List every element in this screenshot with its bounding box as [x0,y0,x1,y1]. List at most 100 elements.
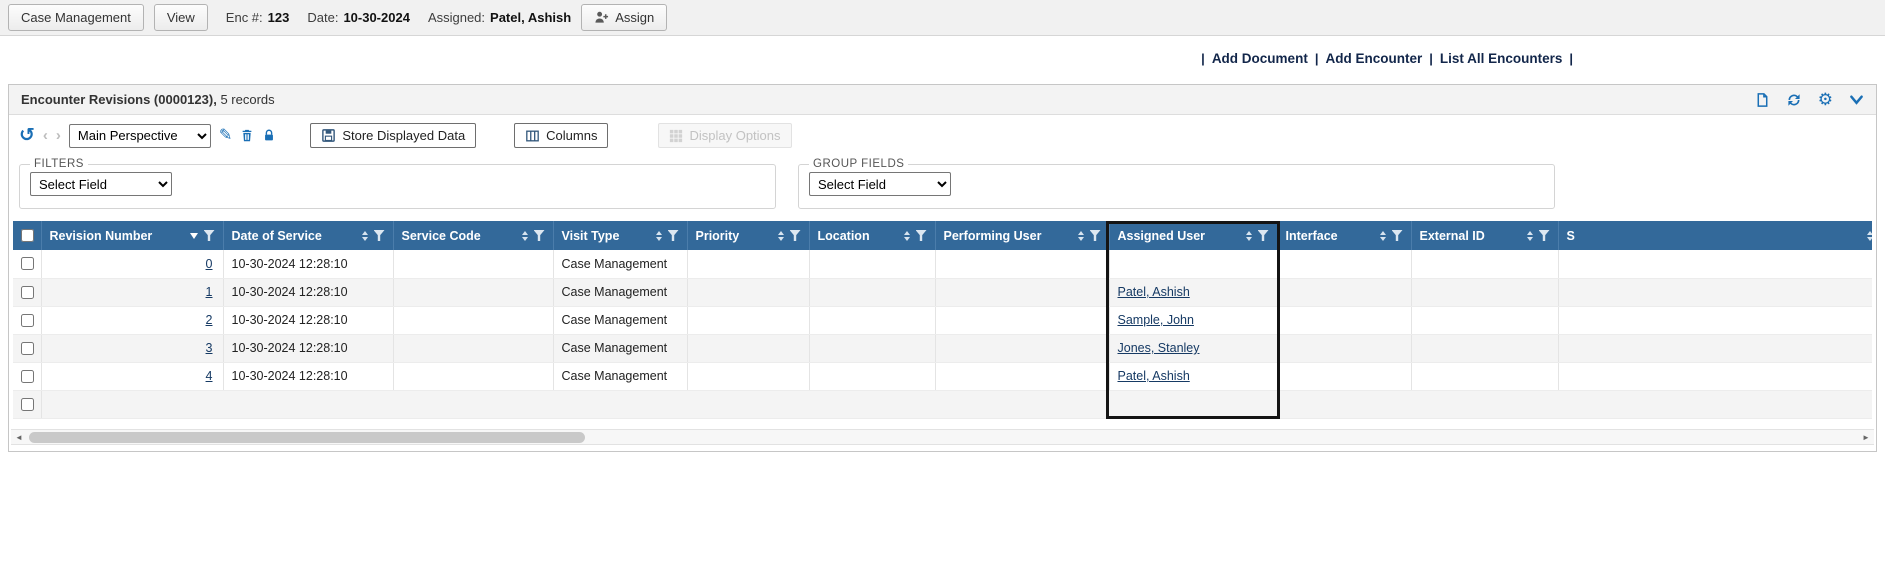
columns-button[interactable]: Columns [514,123,608,148]
row-checkbox[interactable] [21,342,34,355]
store-displayed-data-button[interactable]: Store Displayed Data [310,123,476,148]
filter-icon[interactable] [1392,230,1403,241]
scroll-left-arrow[interactable]: ◄ [11,430,27,445]
column-header-assigned-user[interactable]: Assigned User [1109,221,1277,250]
record-count: 5 records [220,92,274,107]
gear-icon[interactable]: ⚙ [1818,91,1833,108]
revision-link[interactable]: 1 [206,285,213,299]
filters-select[interactable]: Select Field [30,172,172,196]
previous-icon: ‹ [43,128,48,143]
chevron-down-icon[interactable] [1849,94,1864,106]
assigned-field: Assigned: Patel, Ashish [428,10,571,25]
sort-icon[interactable] [522,231,528,241]
scrollbar-thumb[interactable] [29,432,585,443]
column-label: External ID [1420,229,1485,243]
horizontal-scrollbar[interactable]: ◄ ► [11,429,1874,445]
filter-icon[interactable] [916,230,927,241]
column-header-s[interactable]: S [1558,221,1872,250]
filter-icon[interactable] [790,230,801,241]
sort-icon[interactable] [904,231,910,241]
view-button[interactable]: View [154,4,208,31]
cell-visit-type: Case Management [553,306,687,334]
filter-icon[interactable] [1539,230,1550,241]
column-header-external-id[interactable]: External ID [1411,221,1558,250]
filter-icon[interactable] [1258,230,1269,241]
cell-external-id [1411,334,1558,362]
list-all-encounters-link[interactable]: List All Encounters [1440,51,1563,66]
sort-icon[interactable] [1246,231,1252,241]
sort-icon[interactable] [656,231,662,241]
sort-icon[interactable] [1078,231,1084,241]
column-header-service-code[interactable]: Service Code [393,221,553,250]
cell-revision: 0 [41,250,223,278]
column-header-revision-number[interactable]: Revision Number [41,221,223,250]
assigned-user-link[interactable]: Sample, John [1118,313,1194,327]
assigned-user-link[interactable]: Jones, Stanley [1118,341,1200,355]
sort-icon[interactable] [362,231,368,241]
column-header-date-of-service[interactable]: Date of Service [223,221,393,250]
row-checkbox[interactable] [21,286,34,299]
column-label: Performing User [944,229,1042,243]
cell-service-code [393,250,553,278]
revision-link[interactable]: 0 [206,257,213,271]
add-encounter-link[interactable]: Add Encounter [1325,51,1422,66]
add-document-link[interactable]: Add Document [1212,51,1308,66]
undo-icon[interactable]: ↺ [19,126,35,145]
cell-location [809,306,935,334]
cell-visit-type: Case Management [553,334,687,362]
revision-link[interactable]: 3 [206,341,213,355]
column-header-location[interactable]: Location [809,221,935,250]
grid-icon [669,129,683,143]
cell-revision: 3 [41,334,223,362]
assigned-user-link[interactable]: Patel, Ashish [1118,285,1190,299]
filter-icon[interactable] [374,230,385,241]
perspective-select[interactable]: Main Perspective [69,124,211,148]
column-header-priority[interactable]: Priority [687,221,809,250]
lock-icon[interactable] [262,128,276,143]
row-checkbox[interactable] [21,370,34,383]
assigned-label: Assigned: [428,10,485,25]
trash-icon[interactable] [240,128,254,143]
refresh-icon[interactable] [1786,92,1802,108]
sort-icon[interactable] [1380,231,1386,241]
edit-pencil-icon[interactable]: ✎ [219,128,232,144]
filter-icon[interactable] [668,230,679,241]
cell-interface [1277,306,1411,334]
row-checkbox[interactable] [21,257,34,270]
cell-revision: 2 [41,306,223,334]
column-label: Assigned User [1118,229,1206,243]
filter-icon[interactable] [1090,230,1101,241]
assigned-user-link[interactable]: Patel, Ashish [1118,369,1190,383]
scroll-right-arrow[interactable]: ► [1858,430,1874,445]
new-document-icon[interactable] [1755,92,1770,108]
filter-icon[interactable] [204,230,215,241]
sort-icon[interactable] [190,233,198,239]
sort-icon[interactable] [778,231,784,241]
revision-link[interactable]: 2 [206,313,213,327]
panel-header-icons: ⚙ [1755,91,1864,108]
case-management-button[interactable]: Case Management [8,4,144,31]
column-header-performing-user[interactable]: Performing User [935,221,1109,250]
assign-button[interactable]: Assign [581,4,667,31]
group-fields-fieldset: GROUP FIELDS Select Field [798,158,1555,209]
column-label: Interface [1286,229,1338,243]
top-toolbar: Case Management View Enc #: 123 Date: 10… [0,0,1885,36]
column-header-interface[interactable]: Interface [1277,221,1411,250]
group-fields-select[interactable]: Select Field [809,172,951,196]
display-options-button: Display Options [658,123,791,148]
column-header-visit-type[interactable]: Visit Type [553,221,687,250]
assign-label: Assign [615,10,654,25]
select-all-checkbox[interactable] [21,229,34,242]
row-checkbox[interactable] [21,398,34,411]
sort-icon[interactable] [1527,231,1533,241]
filter-icon[interactable] [534,230,545,241]
cell-priority [687,250,809,278]
sort-icon[interactable] [1867,231,1873,241]
row-checkbox[interactable] [21,314,34,327]
cell-external-id [1411,250,1558,278]
cell-service-code [393,362,553,390]
group-fields-legend: GROUP FIELDS [809,158,908,170]
revision-link[interactable]: 4 [206,369,213,383]
enc-value: 123 [268,10,290,25]
cell-revision: 4 [41,362,223,390]
